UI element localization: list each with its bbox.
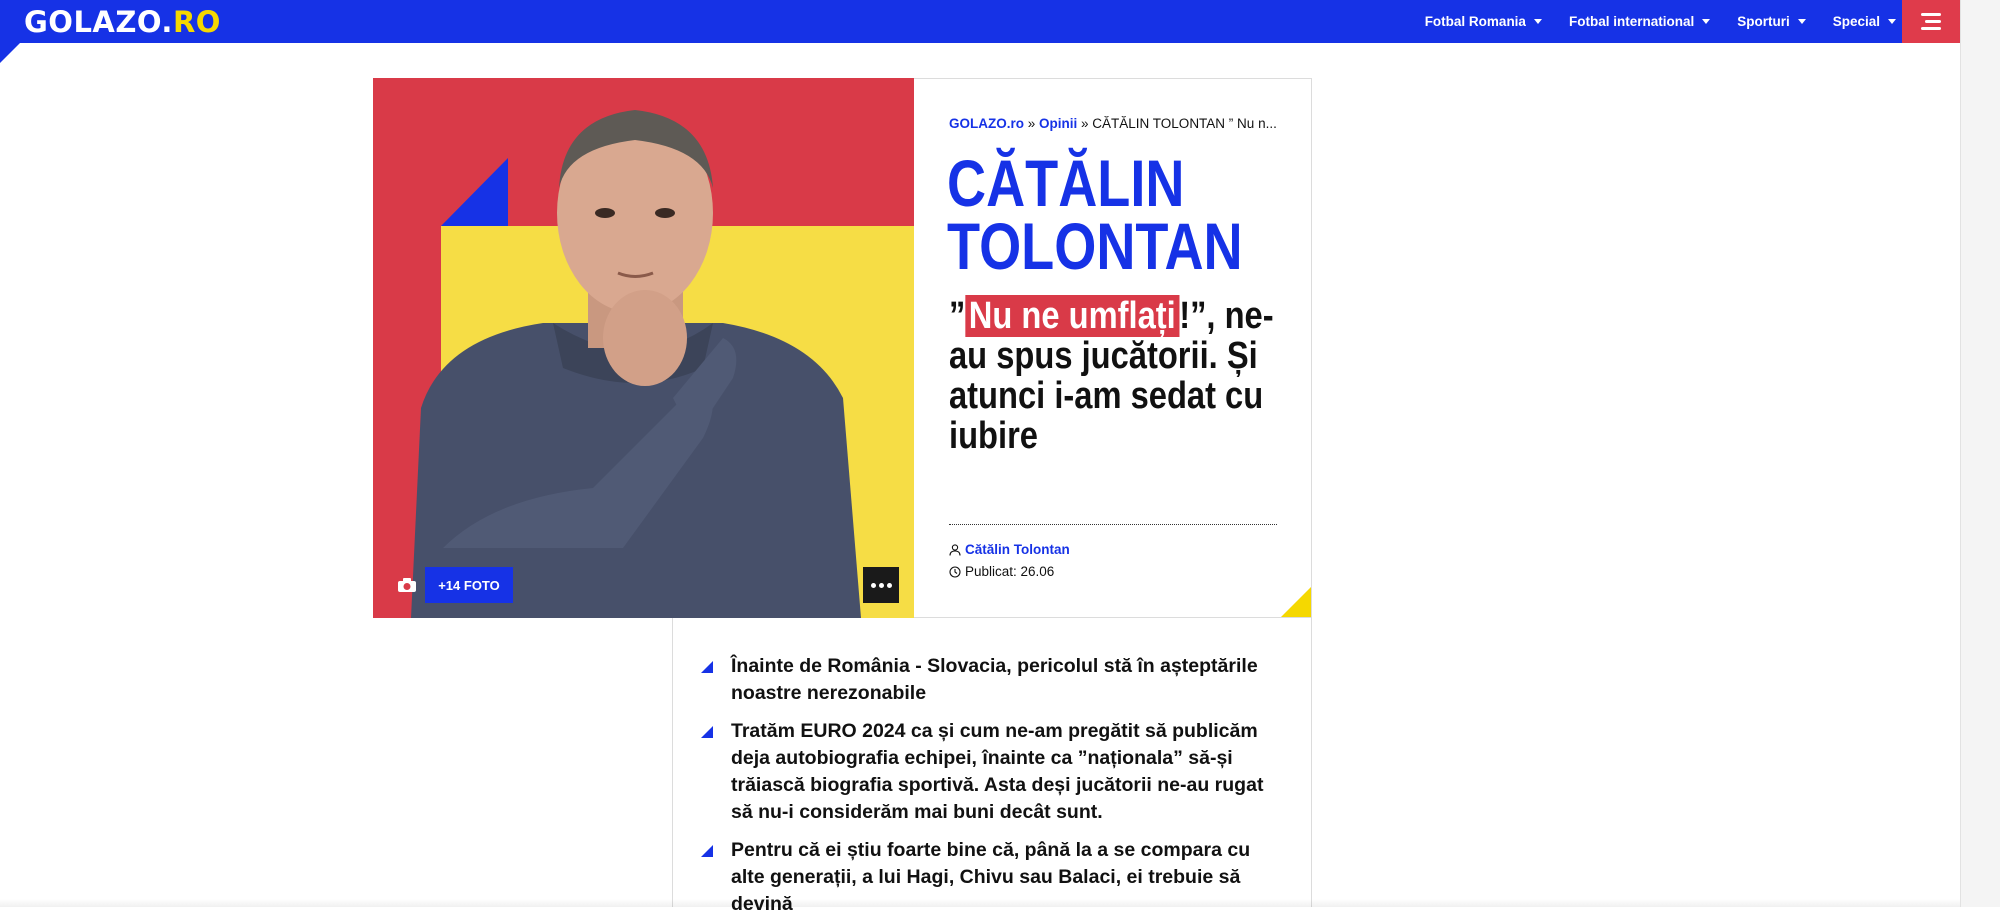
photo-gallery-button[interactable]: +14 FOTO: [425, 567, 513, 603]
author-name-label: Cătălin Tolontan: [965, 542, 1070, 557]
article-author-link[interactable]: Cătălin Tolontan: [949, 542, 1070, 557]
chevron-down-icon: [1888, 19, 1896, 24]
summary-item: Tratăm EURO 2024 ca și cum ne-am pregăti…: [701, 718, 1281, 826]
logo-text: GOLAZO.: [24, 5, 173, 39]
triangle-bullet-icon: [701, 845, 713, 857]
chevron-down-icon: [1533, 19, 1542, 24]
nav-item-label: Fotbal Romania: [1424, 14, 1526, 29]
corner-decoration: [1281, 587, 1311, 617]
nav-item-sporturi[interactable]: Sporturi: [1737, 14, 1806, 29]
breadcrumb-separator: »: [1024, 116, 1040, 131]
breadcrumb-current: CĂTĂLIN TOLONTAN ” Nu n...: [1092, 116, 1277, 131]
meta-divider: [949, 524, 1277, 525]
top-navigation-bar: GOLAZO.RO Fotbal Romania Fotbal internat…: [0, 0, 2000, 43]
breadcrumb-section-link[interactable]: Opinii: [1039, 116, 1077, 131]
breadcrumb-home-link[interactable]: GOLAZO.ro: [949, 116, 1024, 131]
nav-item-label: Sporturi: [1737, 14, 1790, 29]
author-title: CĂTĂLIN TOLONTAN: [947, 150, 1291, 279]
bottom-fade: [0, 899, 1960, 907]
ellipsis-icon[interactable]: [863, 567, 899, 603]
nav-item-label: Special: [1832, 14, 1880, 29]
logo-accent-text: RO: [172, 5, 221, 39]
publish-date: Publicat: 26.06: [949, 564, 1054, 579]
nav-item-label: Fotbal international: [1568, 14, 1695, 29]
summary-list: Înainte de România - Slovacia, pericolul…: [673, 618, 1311, 918]
headline-highlight: Nu ne umflați: [965, 295, 1180, 337]
summary-item: Înainte de România - Slovacia, pericolul…: [701, 653, 1281, 707]
article-header-panel: GOLAZO.ro » Opinii » CĂTĂLIN TOLONTAN ” …: [914, 78, 1312, 618]
chevron-down-icon: [1702, 19, 1711, 24]
triangle-bullet-icon: [701, 726, 713, 738]
camera-icon: [392, 567, 422, 603]
summary-item-text: Înainte de România - Slovacia, pericolul…: [731, 655, 1258, 704]
nav-item-fotbal-romania[interactable]: Fotbal Romania: [1425, 14, 1542, 29]
article-headline: ”Nu ne umflați!”, ne-au spus jucătorii. …: [949, 295, 1284, 456]
site-logo[interactable]: GOLAZO.RO: [24, 4, 221, 40]
page-scrollbar-track[interactable]: [1960, 0, 2000, 907]
breadcrumb: GOLAZO.ro » Opinii » CĂTĂLIN TOLONTAN ” …: [949, 116, 1289, 131]
author-portrait-illustration: [373, 78, 914, 618]
topbar-notch: [0, 43, 20, 63]
summary-item-text: Tratăm EURO 2024 ca și cum ne-am pregăti…: [731, 720, 1264, 823]
hero-photo[interactable]: [373, 78, 914, 618]
hamburger-icon: [1921, 13, 1941, 16]
triangle-bullet-icon: [701, 661, 713, 673]
main-nav: Fotbal Romania Fotbal international Spor…: [1398, 0, 1896, 43]
nav-item-fotbal-international[interactable]: Fotbal international: [1568, 14, 1711, 29]
breadcrumb-separator: »: [1077, 116, 1093, 131]
article-summary: Înainte de România - Slovacia, pericolul…: [672, 618, 1312, 915]
chevron-down-icon: [1797, 19, 1806, 24]
headline-quote-open: ”: [949, 295, 966, 337]
author-title-line2: TOLONTAN: [947, 209, 1243, 283]
user-icon: [949, 543, 961, 556]
publish-date-label: Publicat: 26.06: [965, 564, 1055, 579]
hamburger-menu-button[interactable]: [1902, 0, 1960, 43]
nav-item-special[interactable]: Special: [1833, 14, 1896, 29]
clock-icon: [949, 565, 961, 578]
